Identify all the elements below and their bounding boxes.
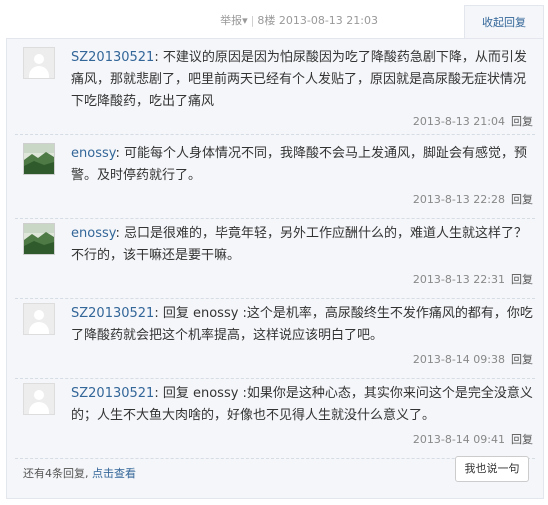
reply-text: SZ20130521: 回复 enossy :如果你是这种心态，其实你来问这个是… [71, 386, 533, 423]
reply-item: enossy: 忌口是很难的，毕竟年轻，另外工作应酬什么的，难道人生就这样了？不… [15, 223, 535, 299]
default-avatar-icon[interactable] [23, 383, 55, 415]
reply-button[interactable]: 回复 [511, 193, 533, 206]
reply-meta: 2013-8-13 22:31 回复 [413, 271, 533, 287]
add-reply-button[interactable]: 我也说一句 [455, 456, 529, 482]
reply-button[interactable]: 回复 [511, 115, 533, 128]
reply-item: enossy: 可能每个人身体情况不同，我降酸不会马上发通风，脚趾会有感觉，预警… [15, 143, 535, 219]
reply-time: 2013-8-13 22:28 [412, 193, 505, 206]
reply-item: SZ20130521: 回复 enossy :这个是机率，高尿酸终生不发作痛风的… [15, 303, 535, 379]
landscape-avatar-icon[interactable] [23, 143, 55, 175]
reply-item: SZ20130521: 回复 enossy :如果你是这种心态，其实你来问这个是… [15, 383, 535, 459]
reply-text: enossy: 可能每个人身体情况不同，我降酸不会马上发通风，脚趾会有感觉，预警… [71, 146, 528, 183]
reply-username[interactable]: SZ20130521 [71, 306, 154, 321]
post-meta: 举报▾ | 8楼 2013-08-13 21:03 [220, 12, 378, 28]
default-avatar-icon[interactable] [23, 303, 55, 335]
reply-button[interactable]: 回复 [511, 353, 533, 366]
reply-username[interactable]: SZ20130521 [71, 386, 154, 401]
reply-content: 忌口是很难的，毕竟年轻，另外工作应酬什么的，难道人生就这样了？不行的，该干嘛还是… [71, 226, 528, 263]
reply-username[interactable]: SZ20130521 [71, 50, 154, 65]
reply-meta: 2013-8-14 09:38 回复 [413, 351, 533, 367]
reply-button[interactable]: 回复 [511, 433, 533, 446]
reply-meta: 2013-8-13 22:28 回复 [413, 191, 533, 207]
reply-content: 可能每个人身体情况不同，我降酸不会马上发通风，脚趾会有感觉，预警。及时停药就行了… [71, 146, 528, 183]
reply-text: enossy: 忌口是很难的，毕竟年轻，另外工作应酬什么的，难道人生就这样了？不… [71, 226, 528, 263]
reply-panel: SZ20130521: 不建议的原因是因为怕尿酸因为吃了降酸药急剧下降，从而引发… [6, 38, 544, 499]
reply-item: SZ20130521: 不建议的原因是因为怕尿酸因为吃了降酸药急剧下降，从而引发… [15, 47, 535, 135]
collapse-replies-button[interactable]: 收起回复 [464, 5, 544, 40]
reply-time: 2013-8-14 09:41 [412, 433, 505, 446]
more-replies-count: 还有4条回复, [23, 467, 92, 480]
separator: | [250, 14, 255, 27]
reply-meta: 2013-8-14 09:41 回复 [413, 431, 533, 447]
floor-number: 8楼 [257, 14, 276, 27]
view-more-link[interactable]: 点击查看 [92, 467, 136, 480]
reply-time: 2013-8-14 09:38 [412, 353, 505, 366]
landscape-avatar-icon[interactable] [23, 223, 55, 255]
reply-button[interactable]: 回复 [511, 273, 533, 286]
default-avatar-icon[interactable] [23, 47, 55, 79]
post-header: 举报▾ | 8楼 2013-08-13 21:03 收起回复 [0, 0, 548, 40]
report-link[interactable]: 举报▾ [220, 14, 248, 27]
post-datetime: 2013-08-13 21:03 [278, 14, 378, 27]
reply-text: SZ20130521: 回复 enossy :这个是机率，高尿酸终生不发作痛风的… [71, 306, 533, 343]
reply-username[interactable]: enossy [71, 146, 115, 161]
reply-time: 2013-8-13 21:04 [412, 115, 505, 128]
more-replies: 还有4条回复, 点击查看 [23, 465, 136, 481]
reply-username[interactable]: enossy [71, 226, 115, 241]
reply-meta: 2013-8-13 21:04 回复 [413, 113, 533, 129]
report-dropdown-icon: ▾ [242, 14, 248, 27]
reply-time: 2013-8-13 22:31 [412, 273, 505, 286]
reply-text: SZ20130521: 不建议的原因是因为怕尿酸因为吃了降酸药急剧下降，从而引发… [71, 50, 527, 109]
